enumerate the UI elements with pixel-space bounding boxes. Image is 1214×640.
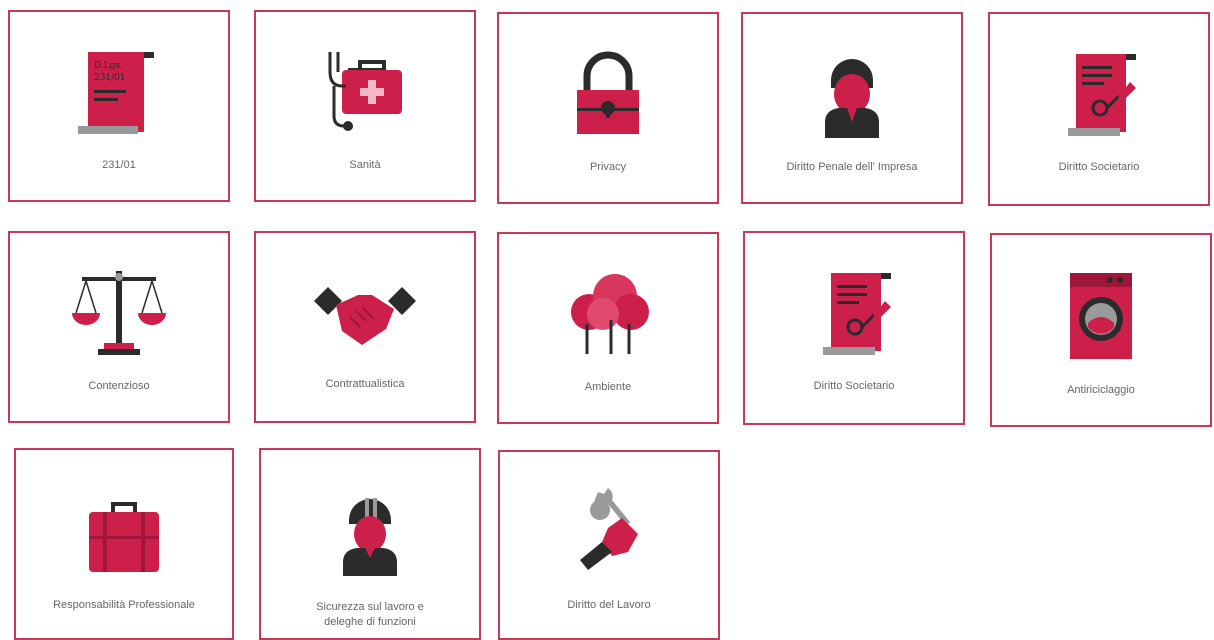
trees-icon <box>553 262 663 362</box>
padlock-icon <box>553 44 663 144</box>
medical-bag-stethoscope-icon <box>310 44 420 144</box>
washing-machine-icon <box>1046 267 1156 367</box>
tile-label: Diritto Societario <box>1058 161 1140 173</box>
wrench-hand-icon <box>554 484 664 584</box>
tile-diritto-societario-2[interactable]: Diritto Societario <box>743 231 965 425</box>
tile-diritto-penale-impresa[interactable]: Diritto Penale dell' Impresa <box>741 12 963 204</box>
law-scroll-icon: D.Lgs. 231/01 <box>64 44 174 144</box>
tile-ambiente[interactable]: Ambiente <box>497 232 719 424</box>
tile-label: Antiriciclaggio <box>1067 384 1135 396</box>
tile-diritto-lavoro[interactable]: Diritto del Lavoro <box>498 450 720 640</box>
tile-responsabilita-professionale[interactable]: Responsabilità Professionale <box>14 448 234 640</box>
tile-label: Diritto Societario <box>813 380 895 392</box>
tile-contenzioso[interactable]: Contenzioso <box>8 231 230 423</box>
tile-label: Privacy <box>589 161 627 173</box>
tile-label: Contrattualistica <box>325 378 405 390</box>
worker-helmet-icon <box>315 486 425 586</box>
tile-label: 231/01 <box>102 159 136 171</box>
tile-label: Sanità <box>349 159 381 171</box>
tile-231-01[interactable]: D.Lgs. 231/01 231/01 <box>8 10 230 202</box>
tile-diritto-societario[interactable]: Diritto Societario <box>988 12 1210 206</box>
contract-seal-icon <box>1044 46 1154 146</box>
tile-sicurezza-lavoro[interactable]: Sicurezza sul lavoro e deleghe di funzio… <box>259 448 481 640</box>
svg-text:231/01: 231/01 <box>94 73 126 83</box>
tile-label: Diritto del Lavoro <box>567 599 651 611</box>
scales-of-justice-icon <box>64 263 174 363</box>
contract-seal-icon <box>799 265 909 365</box>
tile-contrattualistica[interactable]: Contrattualistica <box>254 231 476 423</box>
tile-label: Diritto Penale dell' Impresa <box>786 161 918 173</box>
briefcase-icon <box>69 490 179 590</box>
tile-label: Sicurezza sul lavoro e deleghe di funzio… <box>316 601 424 628</box>
svg-text:D.Lgs.: D.Lgs. <box>94 61 123 71</box>
tile-label: Responsabilità Professionale <box>53 599 195 611</box>
businessman-icon <box>797 48 907 148</box>
tile-privacy[interactable]: Privacy <box>497 12 719 204</box>
tile-label: Contenzioso <box>88 380 150 392</box>
tile-label: Ambiente <box>584 381 632 393</box>
tile-sanita[interactable]: Sanità <box>254 10 476 202</box>
handshake-icon <box>310 265 420 365</box>
tile-antiriciclaggio[interactable]: Antiriciclaggio <box>990 233 1212 427</box>
